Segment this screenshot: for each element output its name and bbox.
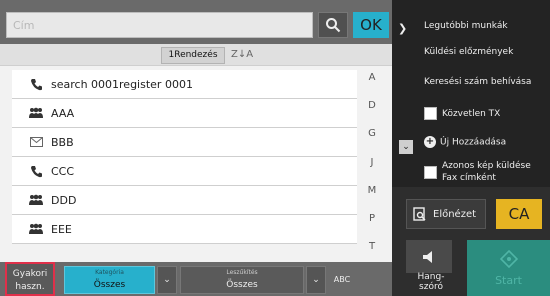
list-item-label: EEE — [51, 222, 72, 236]
filter-dropdown-button[interactable]: ⌄ — [306, 266, 326, 294]
sort-label: Rendezés — [174, 50, 218, 60]
address-book-screen: Cím OK 1Rendezés Z↓A search 0001register… — [0, 0, 550, 296]
chevron-right-icon[interactable]: ❯ — [398, 22, 407, 35]
abc-button[interactable]: ABC — [330, 266, 354, 294]
recent-jobs-item[interactable]: Legutóbbi munkák — [424, 20, 534, 32]
same-image-checkbox[interactable] — [424, 166, 437, 179]
group-icon — [28, 193, 44, 207]
start-icon — [499, 249, 518, 268]
alpha-index-j[interactable]: J — [360, 157, 384, 168]
alpha-index-t[interactable]: T — [360, 241, 384, 252]
filter-select[interactable]: Leszűkítés Összes — [180, 266, 304, 294]
chevron-down-icon: ⌄ — [163, 275, 171, 285]
list-item[interactable]: BBB — [12, 128, 357, 157]
phone-icon — [28, 77, 44, 91]
start-button[interactable]: Start — [467, 240, 550, 296]
chevron-down-icon: ⌄ — [312, 275, 320, 285]
chevron-down-icon[interactable]: ⌄ — [399, 140, 413, 154]
bottom-bar: Gyakori haszn. Kategória Összes ⌄ Leszűk… — [0, 262, 392, 296]
address-list-pane: 1Rendezés Z↓A search 0001register 0001 A… — [0, 44, 392, 280]
group-icon — [28, 106, 44, 120]
alpha-index-d[interactable]: D — [360, 100, 384, 111]
mail-icon — [28, 135, 44, 149]
action-menu: ❯ Legutóbbi munkák Küldési előzmények Ke… — [392, 0, 550, 187]
alpha-index-p[interactable]: P — [360, 213, 384, 224]
alphabet-index: A D G J M P T W — [360, 66, 384, 280]
sort-button[interactable]: 1Rendezés — [161, 47, 225, 64]
filter-caption: Leszűkítés — [226, 269, 258, 276]
speaker-label: Hang-szóró — [417, 272, 445, 292]
alpha-index-a[interactable]: A — [360, 72, 384, 83]
speaker-icon — [423, 250, 432, 263]
category-dropdown-button[interactable]: ⌄ — [157, 266, 177, 294]
search-number-item[interactable]: Keresési szám behívása — [424, 76, 531, 88]
list-item[interactable]: EEE — [12, 215, 357, 244]
speaker-button[interactable] — [406, 240, 452, 273]
list-item-label: search 0001register 0001 — [51, 77, 193, 91]
filter-value: Összes — [226, 280, 258, 290]
new-add-item[interactable]: + Új Hozzáadása — [424, 136, 506, 149]
search-icon — [326, 18, 341, 33]
direct-tx-item[interactable]: Közvetlen TX — [424, 107, 500, 120]
alpha-index-g[interactable]: G — [360, 128, 384, 139]
search-button[interactable] — [318, 12, 348, 38]
sort-order-icon[interactable]: Z↓A — [231, 47, 253, 64]
plus-icon: + — [424, 136, 436, 148]
start-label: Start — [495, 273, 522, 287]
ok-button[interactable]: OK — [353, 12, 389, 38]
list-item-label: CCC — [51, 164, 75, 178]
preview-button[interactable]: Előnézet — [406, 199, 486, 229]
alpha-index-m[interactable]: M — [360, 185, 384, 196]
list-item-label: DDD — [51, 193, 77, 207]
category-caption: Kategória — [95, 269, 124, 276]
frequent-use-button[interactable]: Gyakori haszn. — [5, 262, 55, 296]
list-item[interactable]: DDD — [12, 186, 357, 215]
send-history-item[interactable]: Küldési előzmények — [424, 46, 513, 58]
same-image-label: Azonos kép küldése Fax címként — [442, 161, 531, 183]
category-select[interactable]: Kategória Összes — [64, 266, 155, 294]
direct-tx-label: Közvetlen TX — [442, 109, 501, 119]
list-item[interactable]: CCC — [12, 157, 357, 186]
category-value: Összes — [93, 280, 126, 290]
sort-bar: 1Rendezés Z↓A — [0, 44, 392, 66]
preview-icon — [413, 207, 426, 221]
list-item[interactable]: search 0001register 0001 — [12, 70, 357, 99]
clear-all-button[interactable]: CA — [496, 199, 542, 229]
list-item-label: AAA — [51, 106, 75, 120]
group-icon — [28, 222, 44, 236]
list-item-label: BBB — [51, 135, 74, 149]
address-list: search 0001register 0001 AAA BBB CCC DDD… — [12, 70, 357, 244]
preview-label: Előnézet — [433, 208, 477, 220]
top-bar: Cím OK — [0, 0, 392, 44]
direct-tx-checkbox[interactable] — [424, 107, 437, 120]
same-image-item[interactable]: Azonos kép küldése Fax címként — [424, 160, 546, 184]
phone-icon — [28, 164, 44, 178]
new-add-label: Új Hozzáadása — [440, 137, 507, 148]
right-panel: ❯ Legutóbbi munkák Küldési előzmények Ke… — [392, 0, 550, 296]
list-item[interactable]: AAA — [12, 99, 357, 128]
search-input[interactable]: Cím — [6, 12, 313, 38]
